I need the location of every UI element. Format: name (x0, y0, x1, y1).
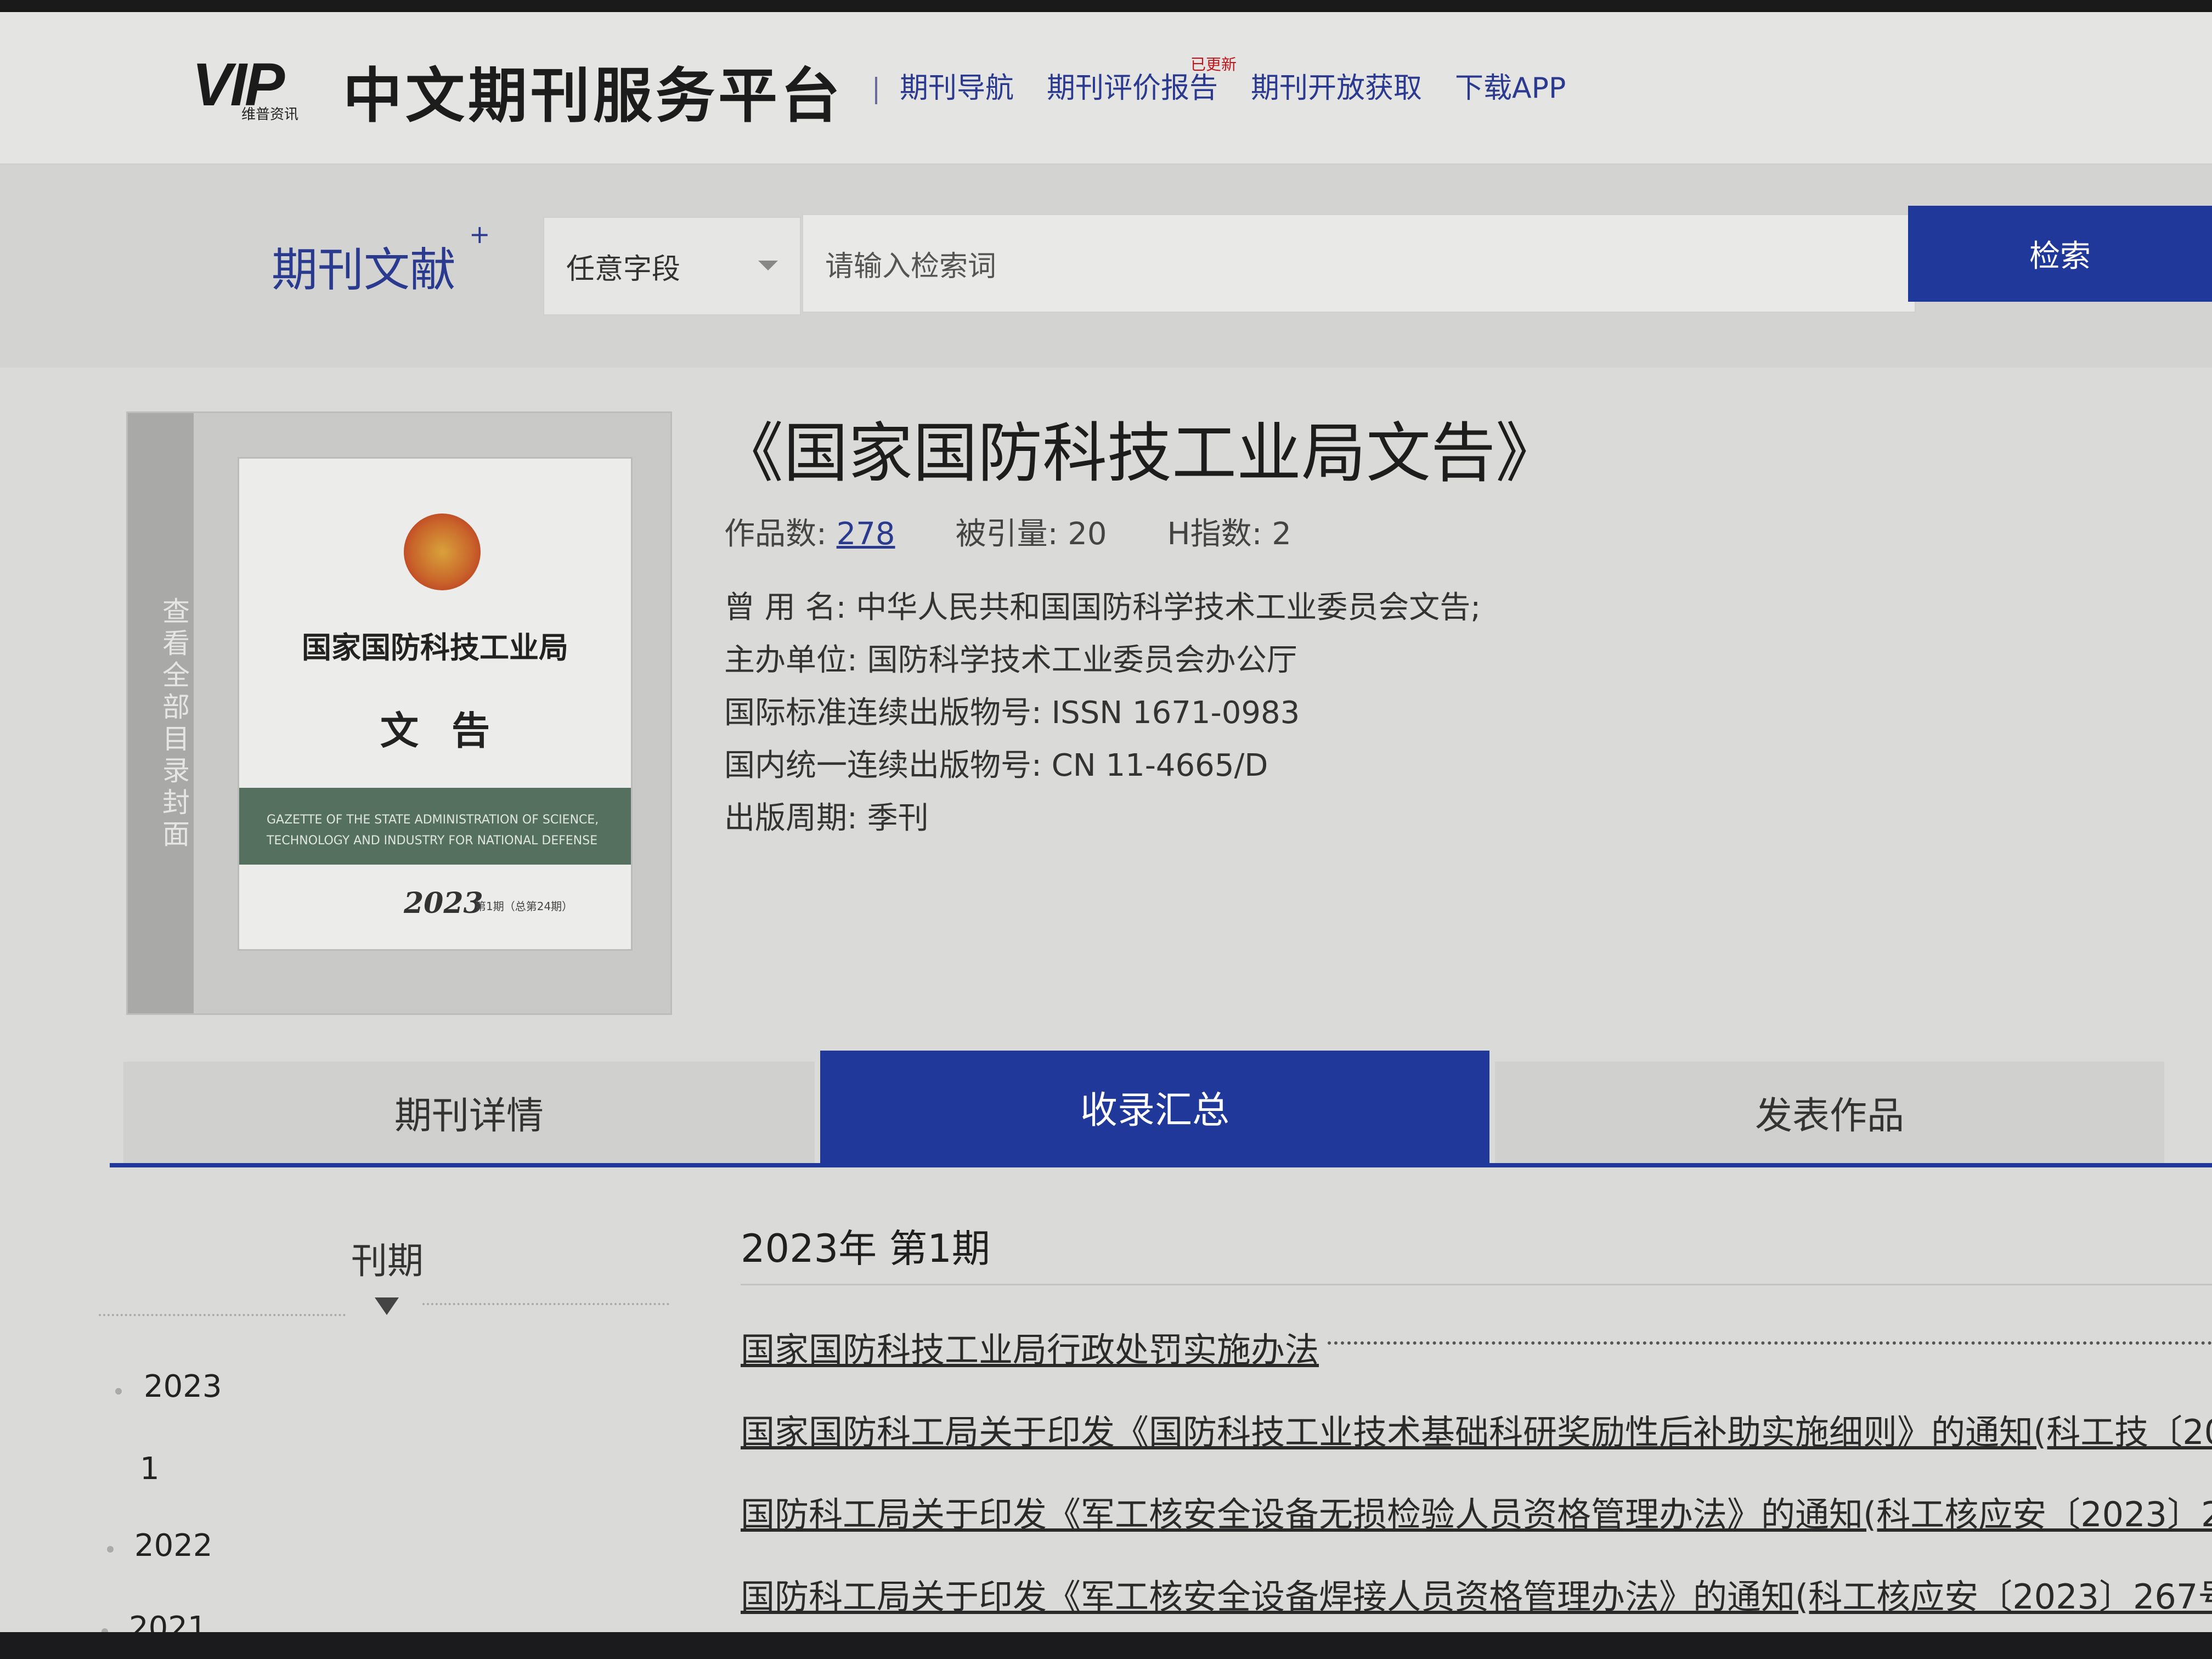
screen-edge (0, 0, 2212, 12)
vip-logo[interactable]: VIP 维普资讯 (192, 55, 324, 123)
cover-title: 国家国防科技工业局 (302, 630, 568, 665)
cn-number: 国内统一连续出版物号: CN 11-4665/D (724, 748, 1268, 783)
search-category-plus: + (469, 219, 490, 249)
site-title: 中文期刊服务平台 (343, 62, 844, 131)
chevron-down-icon (758, 261, 778, 270)
national-emblem-icon (404, 514, 481, 590)
cover-subtitle: 文告 (380, 708, 523, 753)
year-2023[interactable]: 2023 (144, 1369, 222, 1404)
issue-heading: 2023年 第1期 (741, 1226, 990, 1271)
journal-cover-panel[interactable]: 查看全部目录封面 国家国防科技工业局 文告 GAZETTE OF THE STA… (126, 411, 672, 1015)
works-count-link[interactable]: 278 (837, 516, 895, 552)
nav-open-access[interactable]: 期刊开放获取 (1251, 65, 1422, 106)
view-all-covers-link[interactable]: 查看全部目录封面 (128, 413, 194, 1013)
h-index: H指数: 2 (1167, 516, 1291, 552)
os-taskbar (0, 1632, 2212, 1659)
cover-year: 2023 (404, 887, 483, 920)
year-2022[interactable]: 2022 (134, 1528, 213, 1564)
search-button[interactable]: 检索 (1908, 206, 2212, 302)
search-placeholder: 请输入检索词 (825, 250, 997, 283)
journal-stats: 作品数: 278 被引量: 20 H指数: 2 (724, 509, 1291, 554)
cited-count: 被引量: 20 (955, 516, 1107, 552)
works-label: 作品数: (724, 516, 837, 552)
article-leader-dots (1328, 1341, 2212, 1345)
updated-badge: 已更新 (1190, 55, 1237, 74)
year-bullet (115, 1388, 122, 1395)
divider-left (99, 1314, 346, 1316)
issn: 国际标准连续出版物号: ISSN 1671-0983 (724, 695, 1300, 731)
article-link[interactable]: 国家国防科工局关于印发《国防科技工业技术基础科研奖励性后补助实施细则》的通知(科… (741, 1404, 2212, 1454)
journal-cover-image: 国家国防科技工业局 文告 GAZETTE OF THE STATE ADMINI… (238, 457, 633, 951)
article-link[interactable]: 国家国防科技工业局行政处罚实施办法 (741, 1322, 1319, 1372)
tab-underline (110, 1163, 2212, 1167)
article-link[interactable]: 国防科工局关于印发《军工核安全设备无损检验人员资格管理办法》的通知(科工核应安〔… (741, 1487, 2212, 1536)
cover-issue: 第1期（总第24期） (475, 900, 573, 913)
article-link[interactable]: 国防科工局关于印发《军工核安全设备焊接人员资格管理办法》的通知(科工核应安〔20… (741, 1569, 2212, 1618)
search-category-label[interactable]: 期刊文献 (272, 233, 456, 300)
journal-title: 《国家国防科技工业局文告》 (719, 415, 1561, 491)
detail-tabs: 期刊详情 收录汇总 发表作品 (123, 1051, 2212, 1166)
issue-1[interactable]: 1 (140, 1451, 160, 1487)
search-field-select[interactable]: 任意字段 (543, 217, 801, 315)
former-name: 曾 用 名: 中华人民共和国国防科学技术工业委员会文告; (724, 590, 1481, 625)
heading-divider (741, 1284, 2212, 1285)
journal-metadata: 曾 用 名: 中华人民共和国国防科学技术工业委员会文告; 主办单位: 国防科学技… (724, 582, 1481, 845)
issues-label: 刊期 (351, 1240, 424, 1282)
tab-journal-details[interactable]: 期刊详情 (123, 1062, 815, 1163)
caret-down-icon[interactable] (375, 1297, 399, 1315)
publication-frequency: 出版周期: 季刊 (724, 800, 929, 836)
sponsor: 主办单位: 国防科学技术工业委员会办公厅 (724, 642, 1297, 678)
nav-separator (875, 77, 877, 104)
logo-subtitle: 维普资讯 (241, 106, 299, 123)
tab-published-works[interactable]: 发表作品 (1495, 1062, 2164, 1163)
cover-english-band: GAZETTE OF THE STATE ADMINISTRATION OF S… (239, 788, 631, 865)
nav-download-app[interactable]: 下载APP (1455, 65, 1566, 106)
search-input[interactable]: 请输入检索词 (802, 214, 1916, 313)
top-header: VIP 维普资讯 中文期刊服务平台 期刊导航 期刊评价报告 期刊开放获取 下载A… (0, 0, 2212, 165)
year-bullet (107, 1546, 114, 1553)
divider-right (422, 1303, 669, 1305)
nav-journal-navigation[interactable]: 期刊导航 (900, 65, 1014, 106)
search-field-value: 任意字段 (566, 252, 681, 286)
tab-collection-summary[interactable]: 收录汇总 (820, 1051, 1489, 1163)
works-count: 作品数: 278 (724, 509, 895, 554)
